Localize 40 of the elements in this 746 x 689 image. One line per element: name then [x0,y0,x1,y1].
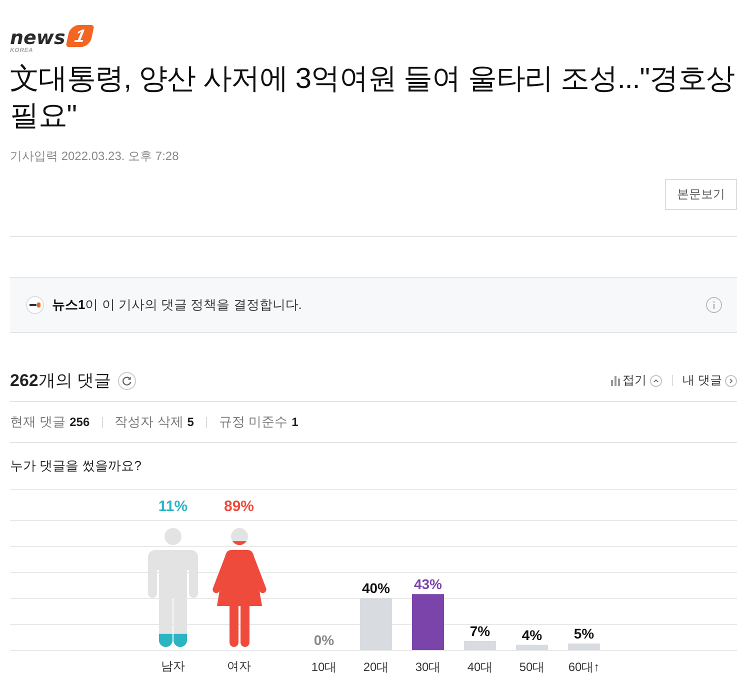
age-group-label: 40대 [467,660,493,674]
age-bar [464,640,496,650]
policy-notice-text: 뉴스1이 이 기사의 댓글 정책을 결정합니다. [52,296,303,314]
collapse-stats-button[interactable]: 접기 [610,372,662,389]
demographics-question: 누가 댓글을 썼을까요? [10,458,142,474]
bar-chart-icon [610,376,620,386]
gender-percent-label: 89% [224,499,254,515]
bar-value-label: 0% [314,632,334,648]
age-group-label: 30대 [415,660,441,674]
age-bar [360,598,392,650]
publisher-logo-icon [26,296,44,314]
logo-wordmark: news [10,31,66,46]
age-bar [412,594,444,650]
refresh-icon [122,376,132,386]
comment-stat: 작성자 삭제 5 [114,413,194,431]
comment-stat: 현재 댓글 256 [10,413,90,431]
age-group-label: 20대 [363,660,389,674]
logo-badge: 1 [66,25,95,47]
age-group-label: 10대 [311,660,337,674]
my-comments-link[interactable]: 내 댓글 [682,372,737,389]
bar-value-label: 43% [414,576,442,592]
publish-date: 기사입력 2022.03.23. 오후 7:28 [10,148,180,164]
age-bar [516,644,548,650]
gender-percent-label: 11% [158,499,188,515]
comment-stat: 규정 미준수 1 [218,413,298,431]
age-bar [568,644,600,650]
chevron-up-icon [650,374,662,386]
age-group-label: 50대 [519,660,545,674]
bar-value-label: 4% [522,626,542,643]
bar-value-label: 40% [362,580,390,596]
gender-label: 남자 [161,658,185,674]
chevron-right-icon [725,374,737,386]
refresh-button[interactable] [118,372,136,390]
age-group-label: 60대↑ [568,660,600,674]
gender-label: 여자 [227,658,251,674]
article-title: 文대통령, 양산 사저에 3억여원 들여 울타리 조성..."경호상 필요" [10,62,736,134]
bar-value-label: 7% [470,622,490,639]
view-article-button[interactable]: 본문보기 [665,179,737,210]
bar-value-label: 5% [574,626,594,642]
comment-count-heading: 262개의 댓글 [10,370,112,392]
